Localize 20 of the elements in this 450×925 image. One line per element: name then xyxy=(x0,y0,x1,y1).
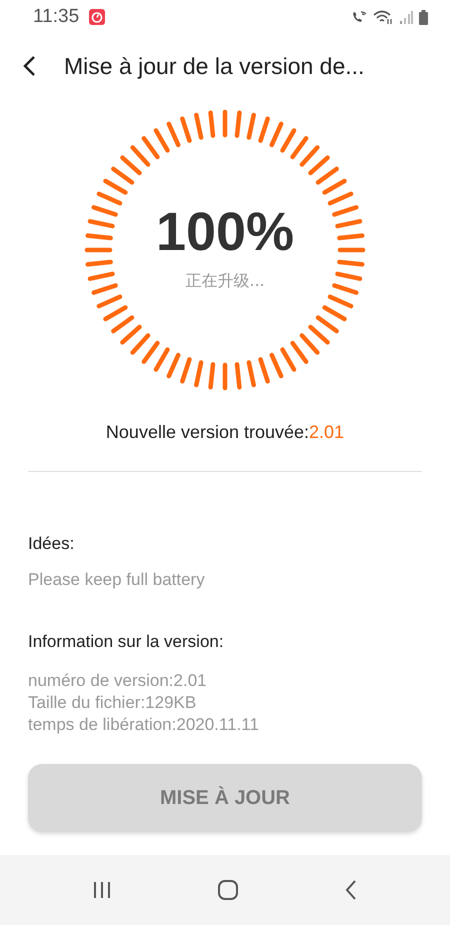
info-line: temps de libération:2020.11.11 xyxy=(28,714,260,736)
battery-icon xyxy=(419,10,428,24)
ideas-text: Please keep full battery xyxy=(28,570,206,590)
ideas-heading: Idées: xyxy=(28,534,76,554)
info-line: numéro de version:2.01 xyxy=(28,670,208,692)
new-version-text: Nouvelle version trouvée:2.01 xyxy=(104,422,346,443)
recent-apps-icon[interactable] xyxy=(92,881,112,899)
back-icon[interactable] xyxy=(22,55,36,77)
progress-status: 正在升级... xyxy=(185,270,265,292)
info-line: Taille du fichier:129KB xyxy=(28,692,198,714)
page-title: Mise à jour de la version de... xyxy=(64,52,364,80)
info-heading: Information sur la version: xyxy=(28,632,225,652)
wifi-call-icon xyxy=(351,10,367,24)
wifi-icon xyxy=(373,10,393,24)
signal-icon xyxy=(399,10,413,24)
home-icon[interactable] xyxy=(216,879,239,901)
status-time: 11:35 xyxy=(33,6,80,28)
progress-percent: 100% xyxy=(156,200,294,262)
stopwatch-icon xyxy=(89,9,106,25)
back-nav-icon[interactable] xyxy=(344,879,358,901)
